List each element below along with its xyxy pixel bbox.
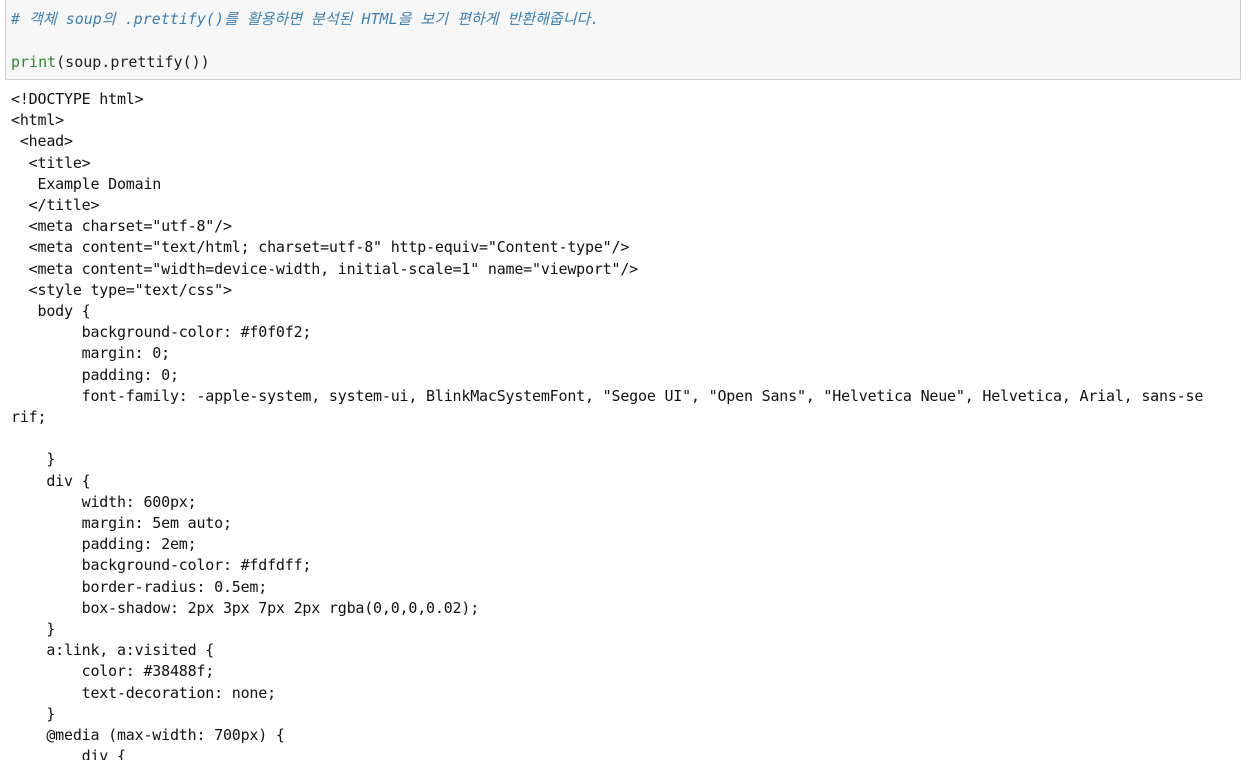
output-line: body {	[11, 302, 91, 321]
output-line: <meta charset="utf-8"/>	[11, 217, 232, 236]
output-line: margin: 0;	[11, 344, 171, 363]
output-line: }	[11, 620, 56, 639]
cell-output-area: <!DOCTYPE html> <html> <head> <title> Ex…	[11, 89, 1241, 760]
output-line: }	[11, 704, 56, 723]
output-line: font-family: -apple-system, system-ui, B…	[11, 386, 1204, 405]
output-line: background-color: #fdfdff;	[11, 556, 312, 575]
output-line: div {	[11, 471, 91, 490]
output-line: }	[11, 450, 56, 469]
output-line: margin: 5em auto;	[11, 514, 232, 533]
output-line: box-shadow: 2px 3px 7px 2px rgba(0,0,0,0…	[11, 598, 480, 617]
output-line: rif;	[11, 408, 47, 427]
output-line: </title>	[11, 196, 100, 215]
output-line: color: #38488f;	[11, 662, 215, 681]
output-line: @media (max-width: 700px) {	[11, 726, 285, 745]
code-comment: # 객체 soup의 .prettify()를 활용하면 분석된 HTML을 보…	[11, 10, 600, 28]
output-line: <!DOCTYPE html>	[11, 90, 144, 108]
output-line: <meta content="width=device-width, initi…	[11, 259, 639, 278]
output-line: padding: 0;	[11, 365, 179, 384]
output-line: border-radius: 0.5em;	[11, 577, 268, 596]
output-line: padding: 2em;	[11, 535, 197, 554]
output-line: <head>	[11, 132, 73, 151]
code-input-cell[interactable]: # 객체 soup의 .prettify()를 활용하면 분석된 HTML을 보…	[5, 0, 1241, 80]
output-line: <html>	[11, 111, 64, 130]
code-call-args: (soup.prettify())	[56, 53, 210, 71]
prettify-output-text: <!DOCTYPE html> <html> <head> <title> Ex…	[11, 89, 1241, 760]
output-line: <style type="text/css">	[11, 280, 232, 299]
output-line: div {	[11, 747, 126, 760]
output-line: background-color: #f0f0f2;	[11, 323, 312, 342]
output-line: <meta content="text/html; charset=utf-8"…	[11, 238, 630, 257]
code-statement: print(soup.prettify())	[11, 52, 210, 73]
code-builtin-print: print	[11, 53, 57, 71]
output-line: a:link, a:visited {	[11, 641, 215, 660]
output-line: text-decoration: none;	[11, 683, 276, 702]
output-line: Example Domain	[11, 174, 162, 193]
output-line: <title>	[11, 153, 91, 172]
output-line: width: 600px;	[11, 492, 197, 511]
